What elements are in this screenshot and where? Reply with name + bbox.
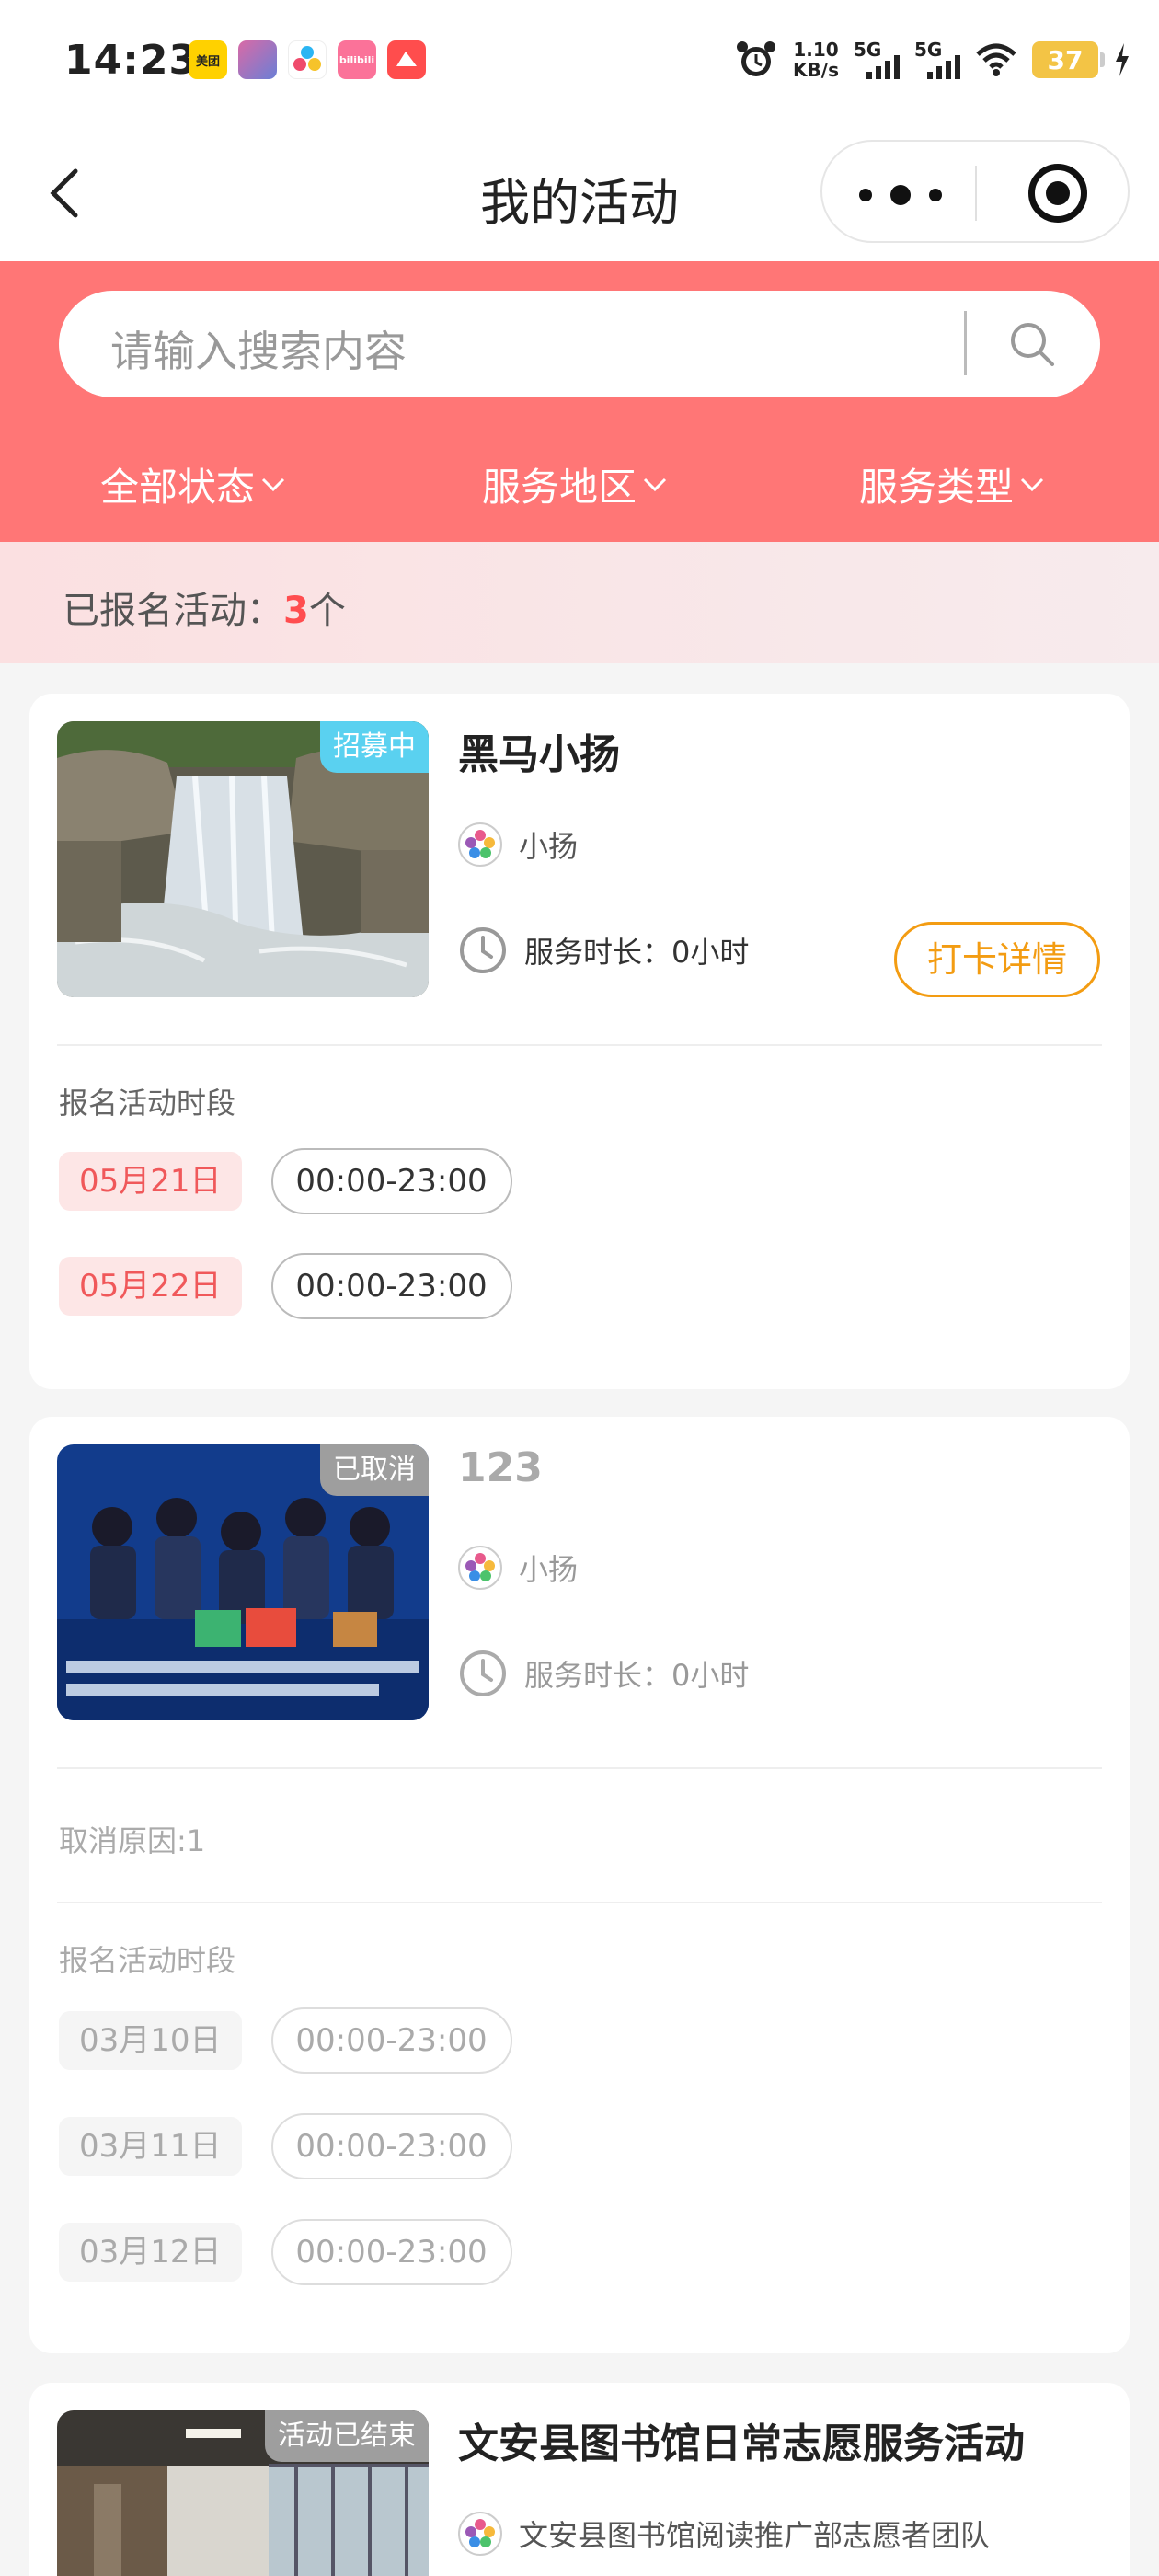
activity-thumbnail-poster: 已取消 (57, 1444, 429, 1720)
status-badge: 已取消 (320, 1444, 429, 1496)
registered-count-unit: 个 (308, 590, 346, 632)
organizer-name: 文安县图书馆阅读推广部志愿者团队 (519, 2518, 991, 2553)
registered-count-value: 3 (283, 590, 309, 632)
organizer-name: 小扬 (519, 1552, 579, 1587)
network-speed: 1.10 KB/s (793, 40, 839, 80)
chevron-down-icon (261, 477, 285, 491)
search-bar[interactable]: 请输入搜索内容 (59, 291, 1100, 397)
pinwheel-app-icon (288, 40, 327, 79)
network-speed-value: 1.10 (793, 39, 839, 61)
battery-icon: 37 (1032, 41, 1105, 78)
time-slot-row: 05月22日 00:00-23:00 (59, 1253, 512, 1319)
status-indicators: 1.10 KB/s 5G 5G 37 (734, 37, 1131, 83)
signal-sim1-icon: 5G (854, 39, 900, 81)
duration-row: 服务时长：0小时 (458, 926, 749, 975)
activity-thumbnail-library: 活动已结束 (57, 2410, 429, 2576)
organizer-row: 小扬 (458, 1546, 578, 1590)
slot-time: 00:00-23:00 (270, 1253, 512, 1319)
search-divider (964, 311, 967, 375)
filter-type-label: 服务类型 (858, 465, 1014, 510)
organizer-row: 小扬 (458, 822, 578, 867)
slots-label: 报名活动时段 (59, 1943, 236, 1978)
activity-title: 123 (458, 1444, 543, 1491)
activity-card[interactable]: 招募中 黑马小扬 小扬 服务时长：0小时 打卡详情 报名活动时段 05月21日 … (29, 694, 1130, 1389)
divider (57, 1902, 1102, 1903)
duration-label: 服务时长： (524, 1658, 672, 1693)
search-input[interactable]: 请输入搜索内容 (110, 318, 407, 379)
organizer-logo-icon (458, 822, 502, 867)
filter-row: 全部状态 服务地区 服务类型 (0, 456, 1159, 512)
slot-date: 03月11日 (59, 2117, 242, 2176)
registered-count-text: 已报名活动：3个 (63, 581, 346, 634)
duration-value: 0小时 (671, 935, 750, 970)
organizer-name: 小扬 (519, 829, 579, 864)
activity-card[interactable]: 活动已结束 文安县图书馆日常志愿服务活动 文安县图书馆阅读推广部志愿者团队 (29, 2383, 1130, 2576)
activity-card[interactable]: 已取消 123 小扬 服务时长：0小时 取消原因:1 报名活动时段 03月10日… (29, 1417, 1130, 2353)
organizer-row: 文安县图书馆阅读推广部志愿者团队 (458, 2512, 990, 2556)
game-app-icon (238, 40, 277, 79)
slot-time: 00:00-23:00 (270, 1148, 512, 1214)
news-app-icon (387, 40, 426, 79)
time-slot-row: 05月21日 00:00-23:00 (59, 1148, 512, 1214)
cancel-reason: 取消原因:1 (59, 1823, 206, 1858)
signal-sim2-icon: 5G (914, 39, 960, 81)
bilibili-app-icon: bilibili (338, 40, 376, 79)
activity-title: 黑马小扬 (458, 731, 620, 778)
divider (57, 1044, 1102, 1046)
slot-date: 03月10日 (59, 2011, 242, 2070)
close-miniprogram-icon[interactable] (1028, 164, 1087, 223)
status-bar: 14:23 美团 bilibili 1.10 KB/s 5G 5G 37 (0, 0, 1159, 129)
status-time: 14:23 (64, 37, 199, 84)
organizer-logo-icon (458, 2512, 502, 2556)
registered-count-bar: 已报名活动：3个 (0, 542, 1159, 663)
wifi-icon (976, 43, 1016, 76)
organizer-logo-icon (458, 1546, 502, 1590)
notification-app-icons: 美团 bilibili (189, 40, 426, 79)
slot-date: 05月22日 (59, 1257, 242, 1316)
checkin-details-button[interactable]: 打卡详情 (894, 922, 1100, 997)
more-dots-icon[interactable] (859, 185, 942, 205)
slot-date: 05月21日 (59, 1152, 242, 1211)
clock-icon (460, 927, 506, 973)
duration-row: 服务时长：0小时 (458, 1649, 749, 1698)
status-badge: 招募中 (320, 721, 429, 773)
time-slot-row: 03月11日 00:00-23:00 (59, 2113, 512, 2179)
search-icon[interactable] (1006, 318, 1058, 370)
filter-region-label: 服务地区 (481, 465, 637, 510)
slot-date: 03月12日 (59, 2223, 242, 2282)
network-speed-unit: KB/s (793, 59, 839, 81)
time-slot-row: 03月10日 00:00-23:00 (59, 2007, 512, 2074)
meituan-app-icon: 美团 (189, 40, 227, 79)
search-header: 请输入搜索内容 全部状态 服务地区 服务类型 (0, 261, 1159, 542)
time-slot-row: 03月12日 00:00-23:00 (59, 2219, 512, 2285)
chevron-down-icon (643, 477, 667, 491)
charging-icon (1116, 43, 1129, 76)
status-badge: 活动已结束 (265, 2410, 429, 2462)
miniprogram-capsule (820, 140, 1130, 243)
alarm-icon (737, 41, 776, 76)
clock-icon (460, 1650, 506, 1696)
slot-time: 00:00-23:00 (270, 2007, 512, 2074)
chevron-down-icon (1020, 477, 1044, 491)
filter-status-label: 全部状态 (99, 465, 255, 510)
duration-value: 0小时 (671, 1658, 750, 1693)
slot-time: 00:00-23:00 (270, 2219, 512, 2285)
activity-thumbnail-waterfall: 招募中 (57, 721, 429, 997)
registered-count-label: 已报名活动： (63, 590, 283, 632)
capsule-divider (975, 166, 977, 221)
slot-time: 00:00-23:00 (270, 2113, 512, 2179)
filter-region-dropdown[interactable]: 服务地区 (386, 456, 763, 512)
activity-title: 文安县图书馆日常志愿服务活动 (458, 2421, 1025, 2467)
duration-label: 服务时长： (524, 935, 672, 970)
nav-bar: 我的活动 (0, 129, 1159, 262)
slots-label: 报名活动时段 (59, 1086, 236, 1121)
divider (57, 1767, 1102, 1769)
filter-type-dropdown[interactable]: 服务类型 (763, 456, 1141, 512)
filter-status-dropdown[interactable]: 全部状态 (0, 456, 386, 512)
